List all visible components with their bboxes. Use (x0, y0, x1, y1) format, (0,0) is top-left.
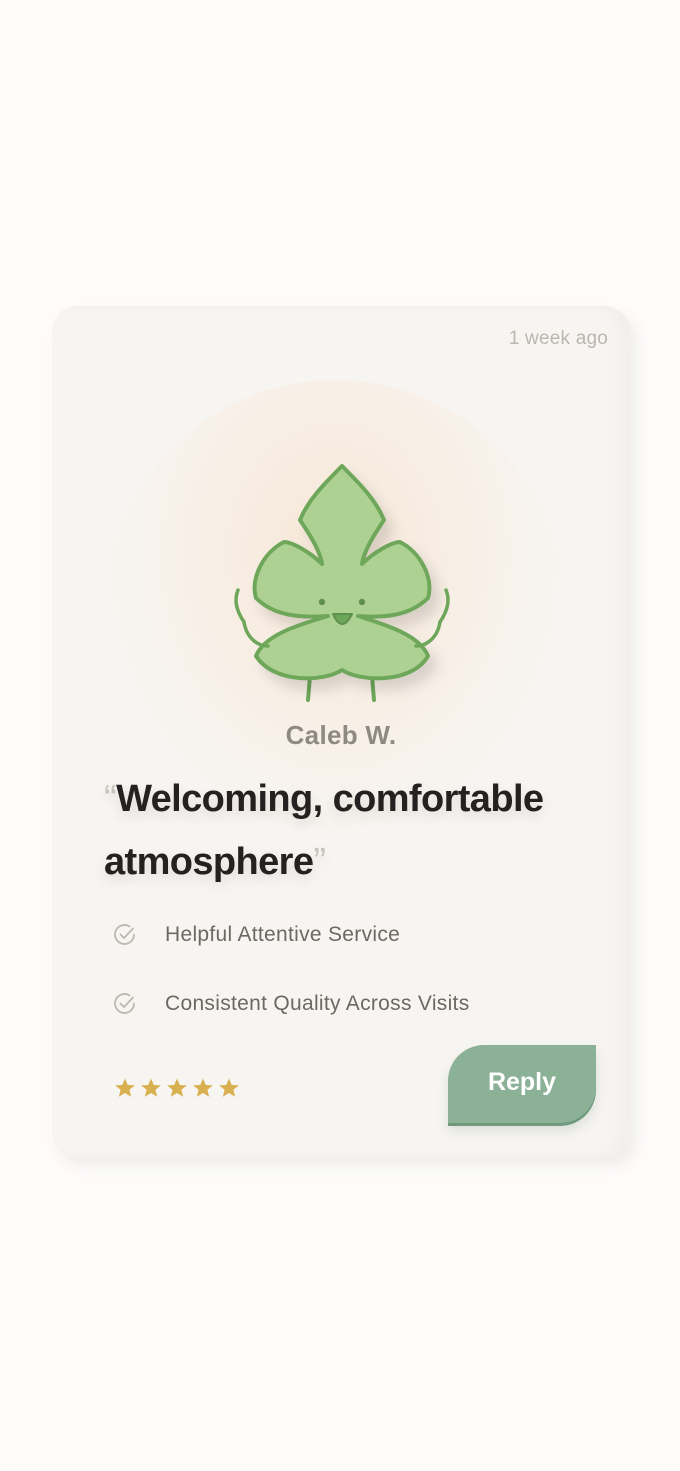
star-icon (193, 1078, 213, 1097)
review-card: 1 week ago Caleb W. “Welcoming, comforta… (52, 306, 630, 1158)
feature-item: Consistent Quality Across Visits (112, 987, 470, 1021)
open-quote-mark: “ (104, 778, 117, 820)
star-icon (115, 1078, 135, 1097)
reviewer-name: Caleb W. (285, 720, 397, 750)
star-rating (113, 1076, 241, 1100)
feature-label: Helpful Attentive Service (165, 923, 401, 946)
reply-button[interactable]: Reply (448, 1045, 596, 1123)
star-icon (219, 1078, 239, 1097)
check-circle-icon (114, 993, 135, 1014)
star-icon (167, 1078, 187, 1097)
review-quote: “Welcoming, comfortable atmosphere” (104, 768, 584, 894)
close-quote-mark: ” (313, 841, 326, 883)
star-icon (141, 1078, 161, 1097)
feature-list: Helpful Attentive Service Consistent Qua… (112, 918, 470, 1056)
feature-item: Helpful Attentive Service (112, 918, 470, 952)
feature-label: Consistent Quality Across Visits (165, 992, 470, 1015)
review-timestamp: 1 week ago (508, 328, 608, 349)
leaf-mascot-avatar (234, 464, 450, 702)
check-circle-icon (114, 924, 135, 945)
